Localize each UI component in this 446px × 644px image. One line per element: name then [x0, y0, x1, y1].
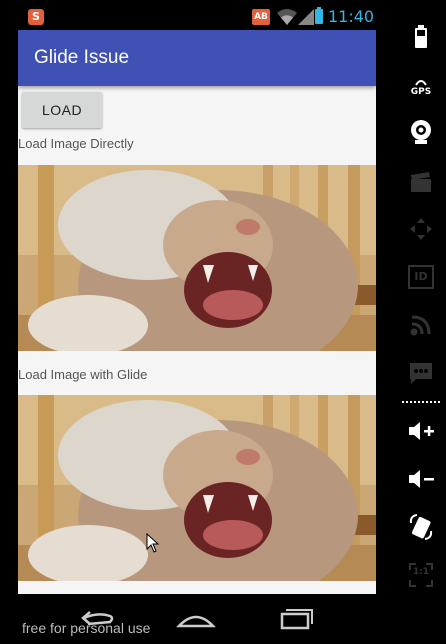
label-load-with-glide: Load Image with Glide — [18, 367, 148, 382]
main-content: LOAD Load Image Directly Load Image with… — [18, 86, 376, 594]
mouse-cursor-icon — [146, 533, 160, 553]
ab-notification-badge: AB — [252, 9, 270, 25]
battery-icon — [315, 7, 323, 24]
volume-down-icon[interactable] — [404, 462, 438, 496]
back-button[interactable] — [80, 606, 116, 630]
label-load-directly: Load Image Directly — [18, 136, 134, 151]
gps-icon[interactable]: GPS — [404, 70, 438, 104]
side-panel-divider — [402, 401, 440, 403]
rotate-screen-icon[interactable] — [404, 510, 438, 544]
gps-label: GPS — [410, 87, 432, 97]
signal-icon — [298, 9, 314, 25]
navigation-bar: free for personal use — [18, 594, 376, 644]
wifi-icon — [277, 9, 297, 25]
status-clock: 11:40 — [328, 7, 375, 26]
image-direct — [18, 165, 376, 351]
sms-message-icon[interactable] — [404, 356, 438, 390]
dpad-icon[interactable] — [404, 212, 438, 246]
image-glide — [18, 395, 376, 581]
battery-control-icon[interactable] — [404, 20, 438, 54]
camera-icon[interactable] — [404, 115, 438, 149]
recent-apps-button[interactable] — [280, 606, 314, 630]
media-clapper-icon[interactable] — [404, 165, 438, 199]
status-bar: S AB 11:40 — [18, 6, 376, 30]
scale-one-to-one-icon[interactable]: 1:1 — [404, 558, 438, 592]
device-id-icon[interactable]: ID — [404, 260, 438, 294]
app-title: Glide Issue — [34, 47, 130, 68]
volume-up-icon[interactable] — [404, 414, 438, 448]
scale-label: 1:1 — [412, 567, 430, 577]
emulator-side-panel: GPS ID 1:1 — [396, 0, 446, 644]
home-button[interactable] — [176, 606, 216, 630]
network-rss-icon[interactable] — [404, 308, 438, 342]
load-button[interactable]: LOAD — [22, 92, 102, 128]
app-toolbar: Glide Issue — [18, 30, 376, 86]
app-notification-icon: S — [28, 9, 44, 25]
